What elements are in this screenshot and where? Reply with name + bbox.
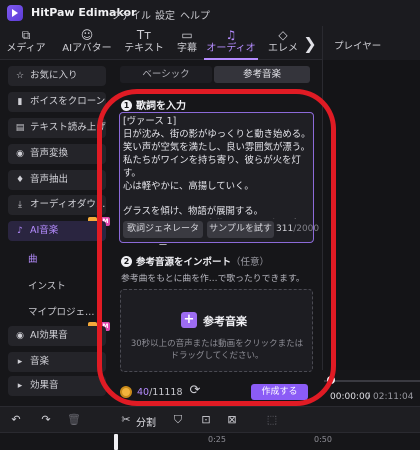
undo-icon[interactable]: ↶ (8, 413, 24, 427)
shield-icon[interactable]: ⛉ (170, 413, 186, 427)
element-icon: ◇ (278, 28, 288, 42)
export-icon[interactable]: ⬚ (264, 413, 280, 427)
time-separator: / (367, 392, 371, 402)
expand-arrow-icon: ▸ (17, 357, 23, 367)
menu-help[interactable]: ヘルプ (180, 7, 210, 22)
preview-canvas (322, 60, 420, 370)
delete-icon[interactable]: 🗑 (66, 413, 82, 427)
voice-change-icon: ◉ (16, 149, 24, 159)
sidebar-subitem-song[interactable]: 曲 (28, 251, 38, 265)
sidebar-item-tts[interactable]: ▤ テキスト読み上げ (8, 118, 106, 138)
tick-label: 0:50 (314, 435, 332, 444)
text-box-icon[interactable]: ⊡ (198, 413, 214, 427)
crop-icon[interactable]: ⊠ (224, 413, 240, 427)
sidebar-item-ai-music[interactable]: ♪ AI音楽 (8, 221, 106, 241)
tab-subtitle[interactable]: ▭ 字幕 (172, 28, 202, 58)
playhead[interactable] (114, 434, 118, 450)
tab-basic[interactable]: ベーシック (120, 66, 212, 83)
expand-arrow-icon: ▸ (17, 381, 23, 391)
download-icon: ⤓ (18, 200, 22, 210)
menu-file[interactable]: ファイル (111, 7, 151, 22)
text-icon: Tт (136, 28, 152, 42)
voice-clone-icon: ▮ (17, 97, 23, 107)
ai-sfx-icon: ◉ (16, 331, 24, 341)
tab-text[interactable]: Tт テキスト (122, 28, 166, 58)
sidebar-item-voice-change[interactable]: ◉ 音声変換 (8, 144, 106, 164)
sidebar-item-favorites[interactable]: ☆ お気に入り (8, 66, 106, 86)
sidebar-item-voice-extract[interactable]: ♦ 音声抽出 (8, 170, 106, 190)
mic-icon: ♦ (15, 175, 25, 185)
chevron-right-icon[interactable]: ❯ (301, 32, 319, 56)
split-label[interactable]: 分割 (136, 414, 156, 429)
app-logo-icon (7, 5, 23, 21)
tab-audio[interactable]: ♫ オーディオ (204, 28, 258, 58)
split-icon[interactable]: ✂ (118, 413, 134, 427)
tab-media[interactable]: ⧉ メディア (4, 28, 48, 58)
highlight-annotation (97, 89, 336, 406)
tab-reference-music[interactable]: 参考音楽 (214, 66, 310, 83)
subtitle-icon: ▭ (181, 28, 193, 42)
active-tab-indicator (204, 58, 258, 60)
sidebar-item-ai-sfx[interactable]: ◉ AI効果音 (8, 326, 106, 346)
tick-label: 0:25 (208, 435, 226, 444)
sidebar-item-sfx[interactable]: ▸ 効果音 (8, 376, 106, 396)
ai-music-icon: ♪ (17, 226, 23, 236)
sidebar-item-music[interactable]: ▸ 音楽 (8, 352, 106, 372)
menu-settings[interactable]: 設定 (155, 7, 175, 22)
time-total: 02:11:04 (373, 392, 414, 402)
sidebar-item-voice-clone[interactable]: ▮ ボイスをクローン (8, 92, 106, 112)
ai-avatar-icon: ☺ (80, 28, 94, 42)
sidebar-subitem-instrumental[interactable]: インスト (28, 278, 66, 292)
media-icon: ⧉ (21, 28, 31, 42)
tab-ai-avatar[interactable]: ☺ AIアバター (58, 28, 116, 58)
redo-icon[interactable]: ↷ (38, 413, 54, 427)
music-note-icon: ♫ (225, 28, 237, 42)
tab-element[interactable]: ◇ エレメ (266, 28, 300, 58)
time-current: 00:00:00 (330, 392, 371, 402)
preview-title: プレイヤー (334, 41, 382, 52)
sidebar-item-audio-download[interactable]: ⤓ オーディオダウ… (8, 195, 106, 215)
sidebar-subitem-my-project[interactable]: マイプロジェ… (28, 304, 95, 318)
playback-scrubber[interactable] (324, 380, 420, 382)
tts-icon: ▤ (15, 123, 25, 133)
star-icon: ☆ (15, 71, 25, 81)
